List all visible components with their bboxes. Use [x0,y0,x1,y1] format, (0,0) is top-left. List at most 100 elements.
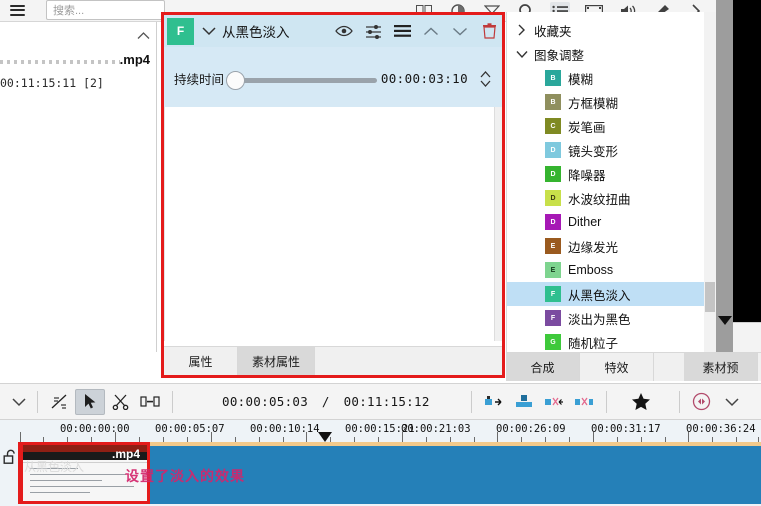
eye-icon[interactable] [335,22,353,40]
ruler-label: 00:00:36:24 [686,423,756,435]
list-item-label: 方框模糊 [568,93,618,112]
filter-scrollbar[interactable] [494,107,502,341]
playhead-marker[interactable] [318,432,332,442]
ruler-label: 00:00:26:09 [496,423,566,435]
ruler-label: 00:00:10:14 [250,423,320,435]
list-item[interactable]: E 边缘发光 [507,234,716,258]
list-item-label: Emboss [568,263,613,277]
library-group-image-adjust[interactable]: 图象调整 [507,42,716,66]
effect-badge-icon: F [545,310,561,326]
duration-value[interactable]: 00:00:03:10 [381,71,468,86]
tab-source-preview[interactable]: 素材预 [684,353,758,381]
list-item-label: Dither [568,215,601,229]
effect-badge-icon: G [545,334,561,350]
divider [471,391,472,413]
menu-icon[interactable] [393,22,411,40]
effect-badge-icon: B [545,94,561,110]
chevron-down-icon[interactable] [8,390,30,414]
effect-badge-icon: D [545,166,561,182]
unlock-icon[interactable] [3,449,19,465]
divider [679,391,680,413]
duration-label: 持续时间 [174,69,224,88]
chevron-down-icon [515,48,528,61]
annotation-text: 设置了淡入的效果 [125,466,245,486]
list-item-label: 镜头变形 [568,141,618,160]
spinner-updown-icon[interactable] [478,69,492,89]
select-tool-icon[interactable] [75,389,105,415]
marker-icon[interactable] [135,389,165,415]
list-item-label: 模糊 [568,69,593,88]
list-item[interactable]: B 方框模糊 [507,90,716,114]
list-item-label: 水波纹扭曲 [568,189,631,208]
chevron-down-icon[interactable] [717,389,747,415]
chevron-down-icon[interactable] [198,20,220,42]
chevron-up-icon[interactable] [136,28,150,42]
list-item[interactable]: D Dither [507,210,716,234]
cut-icon[interactable] [105,389,135,415]
timeline-ruler[interactable]: 00:00:00:00 00:00:05:07 00:00:10:14 00:0… [0,420,761,442]
list-item[interactable]: F 淡出为黑色 [507,306,716,330]
library-scrollbar-thumb[interactable] [705,282,715,312]
chevron-right-icon [515,24,528,37]
list-item[interactable]: G 随机粒子 [507,330,716,354]
timecode-current[interactable]: 00:00:05:03 [222,394,308,409]
tab-clip-properties[interactable]: 素材属性 [238,347,315,375]
tab-effects[interactable]: 特效 [580,353,654,381]
timecode-display: 00:00:05:03 / 00:11:15:12 [222,394,430,409]
list-item[interactable]: D 降噪器 [507,162,716,186]
duration-slider-handle[interactable] [226,71,245,90]
append-icon[interactable] [479,389,509,415]
preview-gutter [716,0,733,352]
list-item[interactable]: B 模糊 [507,66,716,90]
timeline-track-area: 从黑色淡入 .mp4 [0,442,761,506]
tab-properties[interactable]: 属性 [164,347,238,375]
list-item[interactable]: C 炭笔画 [507,114,716,138]
preview-caret-icon [718,316,732,325]
list-item-label: 降噪器 [568,165,606,184]
effect-badge-icon: B [545,70,561,86]
search-input[interactable]: 搜索... [46,0,165,20]
list-item-label: 从黑色淡入 [568,285,631,304]
library-scrollbar[interactable] [704,12,716,352]
favorite-star-icon[interactable] [626,389,656,415]
chevron-down-icon[interactable] [451,22,469,40]
chevron-up-icon[interactable] [422,22,440,40]
lift-icon[interactable] [569,389,599,415]
ripple-icon[interactable] [45,389,75,415]
list-item[interactable]: E Emboss [507,258,716,282]
effect-badge-icon: C [545,118,561,134]
filter-title: 从黑色淡入 [222,21,290,41]
timecode-separator: / [322,394,330,409]
timecode-total: 00:11:15:12 [344,394,430,409]
effect-badge-icon: E [545,238,561,254]
filter-body [164,107,502,341]
keyframe-icon[interactable] [687,389,717,415]
library-group-label: 图象调整 [534,45,584,64]
filter-tabs: 属性 素材属性 [164,346,502,375]
source-clip-timecode: 00:11:15:11 [2] [0,76,104,90]
clip-filename: .mp4 [112,447,140,461]
trash-icon[interactable] [480,22,498,40]
preview-toolbar-strip [733,322,761,352]
clip-waveform-placeholder [0,60,120,64]
hamburger-icon[interactable] [6,2,28,18]
list-item-selected[interactable]: F 从黑色淡入 [507,282,716,306]
ripple-delete-icon[interactable] [539,389,569,415]
tab-composite[interactable]: 合成 [506,353,580,381]
overwrite-icon[interactable] [509,389,539,415]
list-item-label: 淡出为黑色 [568,309,631,328]
divider [606,391,607,413]
effect-badge-icon: E [545,262,561,278]
list-item[interactable]: D 水波纹扭曲 [507,186,716,210]
effect-badge-icon: D [545,190,561,206]
ruler-label: 00:00:21:03 [401,423,471,435]
timeline-toolbar: 00:00:05:03 / 00:11:15:12 [0,383,761,420]
list-item[interactable]: D 镜头变形 [507,138,716,162]
clip-effect-label: 从黑色淡入 [24,458,84,475]
effects-library: 收藏夹 图象调整 B 模糊 B 方框模糊 C 炭笔画 D 镜头变形 D 降噪器 [506,12,716,352]
duration-slider[interactable] [234,78,377,83]
list-item-label: 随机粒子 [568,333,618,352]
library-group-favorites[interactable]: 收藏夹 [507,18,716,42]
sliders-icon[interactable] [364,22,382,40]
tab-spacer [654,353,684,381]
